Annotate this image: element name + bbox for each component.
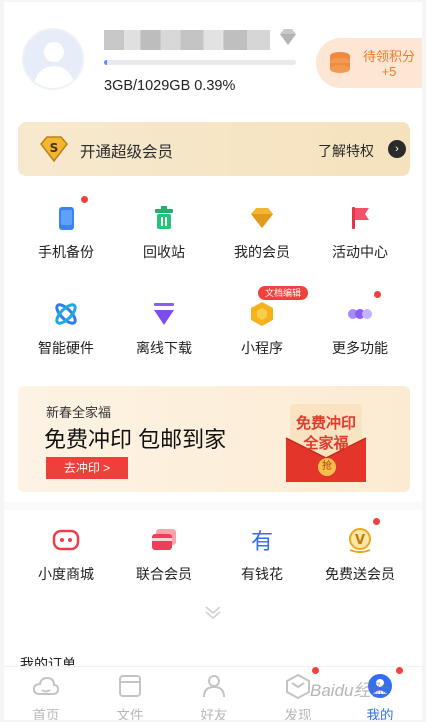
pending-points-button[interactable]: 待领积分 +5 (316, 38, 422, 88)
promo-subtitle: 新春全家福 (46, 405, 112, 420)
tab-label: 发现 (284, 708, 312, 720)
vip-learn-more-link[interactable]: 了解特权 (318, 141, 374, 161)
grid-item-my-vip[interactable]: 我的会员 (212, 204, 312, 284)
doc-edit-tag: 文档编辑 (258, 286, 308, 300)
mini-program-icon (251, 302, 273, 326)
grid-item-phone-backup[interactable]: 手机备份 (16, 204, 116, 284)
points-label: 待领积分 (362, 49, 415, 64)
service-xiaodu-mall[interactable]: 小度商城 (16, 526, 116, 606)
envelope-text-line1: 免费冲印 (295, 415, 356, 432)
vip-banner-title: 开通超级会员 (80, 144, 174, 161)
grab-button[interactable]: 抢 (318, 458, 336, 476)
tab-label: 文件 (116, 708, 144, 720)
grid-item-label: 我的会员 (234, 244, 290, 260)
notification-dot (312, 667, 319, 674)
notification-dot (81, 196, 88, 203)
grid-item-offline-download[interactable]: 离线下载 (114, 300, 214, 380)
free-member-gift-icon: V (349, 528, 371, 553)
coin-stack-icon (330, 52, 350, 73)
notification-dot (373, 518, 380, 525)
grid-item-label: 小程序 (241, 340, 283, 356)
grid-item-label: 活动中心 (332, 244, 388, 260)
grid-item-label: 智能硬件 (38, 340, 94, 356)
service-free-member[interactable]: V 免费送会员 (310, 526, 410, 606)
grid-item-recycle-bin[interactable]: 回收站 (114, 204, 214, 284)
grid-item-label: 回收站 (143, 244, 185, 260)
phone-backup-icon (59, 207, 74, 230)
service-label: 小度商城 (38, 566, 94, 582)
svg-text:有: 有 (251, 530, 273, 554)
svg-text:V: V (355, 533, 365, 548)
grid-item-label: 更多功能 (332, 340, 388, 356)
storage-usage-text: 3GB/1029GB 0.39% (104, 78, 236, 94)
vip-diamond-icon[interactable] (278, 28, 298, 46)
storage-progress-bar (104, 60, 296, 65)
section-divider (4, 502, 422, 510)
service-label: 有钱花 (241, 566, 283, 582)
home-cloud-icon (32, 676, 60, 695)
grid-item-activity-center[interactable]: 活动中心 (310, 204, 410, 284)
tab-label: 我的 (366, 708, 394, 720)
grid-item-mini-program[interactable]: 小程序 (212, 300, 312, 380)
service-joint-member[interactable]: 联合会员 (114, 526, 214, 606)
go-print-button[interactable]: 去冲印 > (46, 457, 128, 479)
tab-files[interactable]: 文件 (88, 667, 172, 720)
xiaodu-mall-icon (52, 529, 80, 551)
diamond-icon (251, 208, 273, 228)
folder-icon (119, 675, 141, 697)
smart-hardware-icon (55, 303, 77, 325)
service-label: 免费送会员 (325, 566, 395, 582)
notification-dot (374, 291, 381, 298)
my-page: •••••••••••••• 3GB/1029GB 0.39% 待领积分 +5 … (4, 2, 422, 720)
grid-item-more-functions[interactable]: 更多功能 (310, 300, 410, 380)
tab-label: 首页 (32, 708, 60, 720)
photo-print-promo-banner[interactable]: 新春全家福 免费冲印 包邮到家 去冲印 > 免费冲印 全家福 抢 (18, 386, 410, 492)
discover-icon (286, 673, 310, 699)
service-label: 联合会员 (136, 566, 192, 582)
username[interactable]: •••••••••••••• (104, 30, 270, 50)
super-vip-s-icon: S (40, 136, 68, 163)
grid-item-label: 手机备份 (38, 244, 94, 260)
recycle-bin-icon (155, 206, 173, 229)
super-vip-banner[interactable]: S 开通超级会员 了解特权 › (18, 122, 410, 176)
avatar[interactable] (22, 28, 84, 90)
points-value: +5 (381, 64, 397, 79)
joint-member-card-icon (152, 529, 176, 550)
baidu-jingyan-watermark: Baidu经验 (310, 681, 388, 700)
notification-dot (396, 667, 403, 674)
tab-friends[interactable]: 好友 (172, 667, 256, 720)
chevron-down-icon[interactable] (203, 604, 223, 620)
envelope-text-line2: 全家福 (303, 435, 349, 452)
tab-label: 好友 (200, 708, 228, 720)
more-functions-icon (348, 309, 372, 319)
svg-text:S: S (50, 141, 59, 155)
tab-home[interactable]: 首页 (4, 667, 88, 720)
offline-download-icon (154, 303, 174, 325)
service-youqianhua[interactable]: 有 有钱花 (212, 526, 312, 606)
grid-item-label: 离线下载 (136, 340, 192, 356)
grid-item-smart-hardware[interactable]: 智能硬件 (16, 300, 116, 380)
vip-arrow-icon[interactable]: › (388, 140, 406, 158)
flag-icon (352, 207, 369, 229)
storage-progress-fill (104, 60, 107, 65)
promo-headline: 免费冲印 包邮到家 (44, 427, 227, 452)
youqianhua-icon: 有 (251, 530, 273, 554)
friends-icon (203, 675, 225, 698)
